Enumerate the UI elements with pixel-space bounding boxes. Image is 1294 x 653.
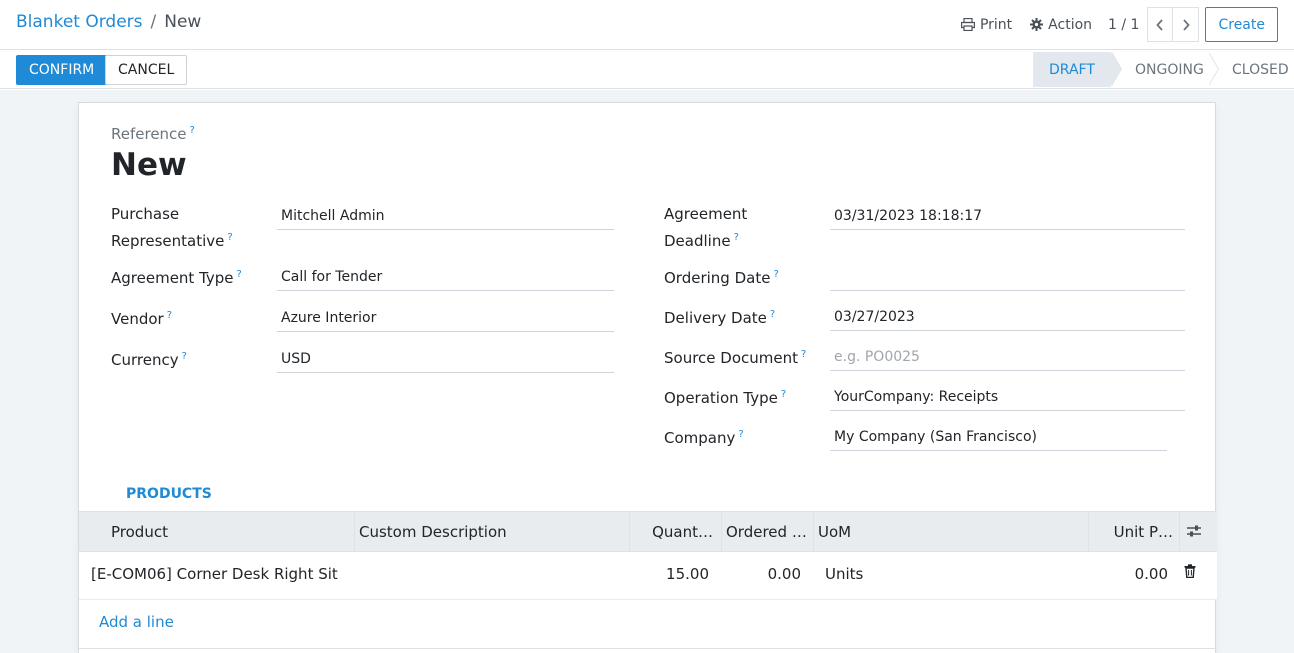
breadcrumb: Blanket Orders / New bbox=[16, 12, 201, 32]
cancel-button[interactable]: CANCEL bbox=[105, 55, 188, 85]
operation-type-field[interactable]: YourCompany: Receipts bbox=[830, 385, 1185, 411]
pager-next-button[interactable] bbox=[1173, 7, 1200, 42]
pager-previous-button[interactable] bbox=[1147, 7, 1174, 42]
help-icon[interactable]: ? bbox=[190, 125, 195, 136]
create-button[interactable]: Create bbox=[1205, 7, 1278, 42]
agreement-deadline-field[interactable]: 03/31/2023 18:18:17 bbox=[830, 204, 1185, 230]
column-custom-description[interactable]: Custom Description bbox=[359, 512, 619, 552]
help-icon[interactable]: ? bbox=[227, 232, 232, 243]
products-table-header: Product Custom Description Quant… Ordere… bbox=[79, 512, 1217, 552]
delivery-date-label: Delivery Date? bbox=[664, 309, 776, 327]
print-icon bbox=[960, 18, 975, 31]
pager-buttons bbox=[1147, 7, 1200, 42]
row-unit-price[interactable]: 0.00 bbox=[1093, 565, 1168, 583]
currency-label: Currency? bbox=[111, 351, 187, 369]
print-label: Print bbox=[979, 16, 1013, 33]
pager-value[interactable]: 1 / 1 bbox=[1108, 17, 1139, 33]
vendor-label: Vendor? bbox=[111, 310, 173, 328]
delete-row-button[interactable] bbox=[1184, 564, 1196, 582]
add-line-link[interactable]: Add a line bbox=[99, 613, 174, 631]
operation-type-label: Operation Type? bbox=[664, 389, 787, 407]
agreement-deadline-label: Agreement Deadline? bbox=[664, 205, 748, 250]
column-product[interactable]: Product bbox=[111, 512, 351, 552]
stage-closed-label: CLOSED bbox=[1232, 61, 1289, 78]
ordering-date-field[interactable] bbox=[830, 265, 1185, 291]
action-button[interactable]: Action bbox=[1030, 17, 1092, 33]
table-bottom-border bbox=[79, 648, 1217, 649]
column-ordered-qty[interactable]: Ordered Q… bbox=[726, 512, 808, 552]
column-unit-price[interactable]: Unit P… bbox=[1093, 512, 1173, 552]
stage-draft-label: DRAFT bbox=[1049, 61, 1095, 78]
help-icon[interactable]: ? bbox=[781, 389, 786, 400]
table-row[interactable]: [E-COM06] Corner Desk Right Sit 15.00 0.… bbox=[79, 552, 1217, 600]
row-ordered-qty: 0.00 bbox=[767, 565, 801, 583]
stage-closed[interactable]: CLOSED bbox=[1208, 52, 1294, 87]
control-panel: Blanket Orders / New Print Action 1 / 1 Cr… bbox=[0, 0, 1294, 50]
action-label: Action bbox=[1048, 16, 1093, 33]
company-label: Company? bbox=[664, 429, 744, 447]
purchase-rep-label: Purchase Representative? bbox=[111, 205, 233, 250]
gear-icon bbox=[1030, 18, 1044, 31]
source-document-label: Source Document? bbox=[664, 349, 807, 367]
tab-products-label[interactable]: PRODUCTS bbox=[126, 486, 212, 502]
help-icon[interactable]: ? bbox=[770, 309, 775, 320]
column-quantity[interactable]: Quant… bbox=[639, 512, 713, 552]
help-icon[interactable]: ? bbox=[801, 349, 806, 360]
agreement-type-field[interactable]: Call for Tender bbox=[277, 265, 614, 291]
breadcrumb-separator: / bbox=[150, 12, 157, 32]
column-uom[interactable]: UoM bbox=[818, 512, 918, 552]
status-bar: DRAFT ONGOING CLOSED bbox=[1033, 52, 1294, 87]
confirm-button[interactable]: CONFIRM bbox=[16, 55, 108, 85]
trash-icon bbox=[1184, 564, 1196, 579]
row-product[interactable]: [E-COM06] Corner Desk Right Sit bbox=[91, 565, 338, 583]
breadcrumb-current: New bbox=[164, 12, 202, 32]
row-quantity[interactable]: 15.00 bbox=[639, 565, 709, 583]
source-document-field[interactable]: e.g. PO0025 bbox=[830, 345, 1185, 371]
company-field[interactable]: My Company (San Francisco) bbox=[830, 425, 1167, 451]
delivery-date-field[interactable]: 03/27/2023 bbox=[830, 305, 1185, 331]
sliders-icon bbox=[1187, 525, 1201, 537]
reference-label: Reference? bbox=[111, 125, 195, 143]
stage-ongoing-label: ONGOING bbox=[1135, 61, 1204, 78]
help-icon[interactable]: ? bbox=[182, 351, 187, 362]
vendor-field[interactable]: Azure Interior bbox=[277, 306, 614, 332]
help-icon[interactable]: ? bbox=[738, 429, 743, 440]
toolbar-right: Print Action 1 / 1 Create bbox=[960, 7, 1278, 42]
breadcrumb-blanket-orders[interactable]: Blanket Orders bbox=[16, 12, 143, 32]
help-icon[interactable]: ? bbox=[167, 310, 172, 321]
form-statusbar-row: CONFIRM CANCEL DRAFT ONGOING CLOSED bbox=[0, 51, 1294, 89]
stage-draft[interactable]: DRAFT bbox=[1033, 52, 1122, 87]
chevron-left-icon bbox=[1156, 18, 1164, 31]
print-button[interactable]: Print bbox=[960, 16, 1013, 33]
form-sheet: Reference? New Purchase Representative? M… bbox=[78, 102, 1217, 653]
chevron-right-icon bbox=[1183, 18, 1190, 31]
stage-ongoing[interactable]: ONGOING bbox=[1111, 52, 1219, 87]
optional-columns-toggle[interactable] bbox=[1186, 524, 1202, 542]
purchase-rep-field[interactable]: Mitchell Admin bbox=[277, 204, 614, 230]
agreement-type-label: Agreement Type? bbox=[111, 269, 242, 287]
help-icon[interactable]: ? bbox=[773, 269, 778, 280]
currency-field[interactable]: USD bbox=[277, 347, 614, 373]
help-icon[interactable]: ? bbox=[237, 269, 242, 280]
row-uom[interactable]: Units bbox=[825, 565, 863, 583]
help-icon[interactable]: ? bbox=[734, 232, 739, 243]
ordering-date-label: Ordering Date? bbox=[664, 269, 779, 287]
reference-title: New bbox=[111, 147, 187, 183]
